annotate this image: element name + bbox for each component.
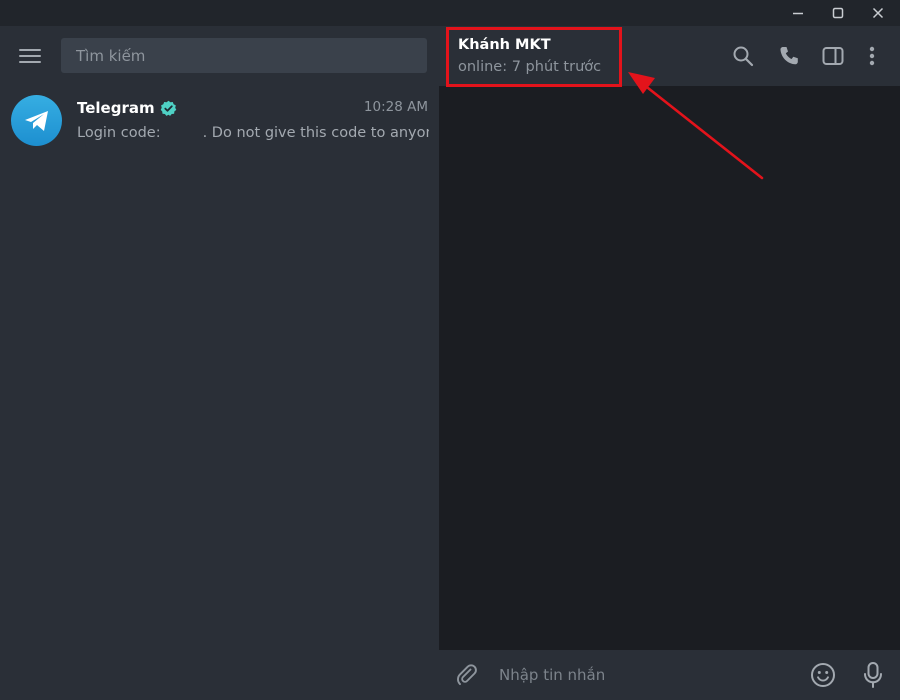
phone-icon xyxy=(780,47,798,65)
microphone-icon xyxy=(864,662,882,688)
chat-title-row: Telegram xyxy=(77,98,177,118)
title-bar xyxy=(0,0,900,26)
telegram-logo-icon xyxy=(24,110,48,131)
chat-time: 10:28 AM xyxy=(363,99,428,115)
more-options-button[interactable] xyxy=(857,41,887,71)
hamburger-menu-icon xyxy=(19,49,41,63)
maximize-button[interactable] xyxy=(818,0,858,26)
sidebar-panel-icon xyxy=(822,47,844,65)
emoji-button[interactable] xyxy=(808,660,838,690)
main-menu-button[interactable] xyxy=(14,41,46,71)
chat-preview: Login code: . Do not give this code to an… xyxy=(77,125,429,141)
peer-status: online: 7 phút trước xyxy=(458,59,602,75)
message-input-field[interactable] xyxy=(495,660,795,690)
search-input[interactable] xyxy=(61,38,427,73)
message-input[interactable] xyxy=(495,660,795,690)
message-composer xyxy=(439,650,900,700)
toggle-info-panel-button[interactable] xyxy=(818,41,848,71)
minimize-icon xyxy=(793,12,803,15)
emoji-icon xyxy=(811,663,835,687)
preview-suffix: . Do not give this code to anyon... xyxy=(202,125,429,141)
chat-list-item-telegram[interactable]: Telegram 10:28 AM Login code: . Do not gi… xyxy=(0,86,439,154)
attach-button[interactable] xyxy=(452,660,482,690)
preview-prefix: Login code: xyxy=(77,125,161,141)
chat-list-pane: Telegram 10:28 AM Login code: . Do not gi… xyxy=(0,26,439,700)
conversation-pane: Khánh MKT online: 7 phút trước xyxy=(439,26,900,700)
search-icon xyxy=(733,46,754,67)
avatar xyxy=(11,95,62,146)
telegram-window: Telegram 10:28 AM Login code: . Do not gi… xyxy=(0,0,900,700)
conversation-header: Khánh MKT online: 7 phút trước xyxy=(439,26,900,86)
peer-name[interactable]: Khánh MKT xyxy=(458,37,551,53)
call-button[interactable] xyxy=(774,41,804,71)
chat-list-header xyxy=(0,26,439,86)
voice-record-button[interactable] xyxy=(858,660,888,690)
minimize-button[interactable] xyxy=(778,0,818,26)
chat-name: Telegram xyxy=(77,99,155,117)
close-icon xyxy=(872,7,884,19)
maximize-icon xyxy=(832,7,844,19)
message-area[interactable] xyxy=(439,86,900,650)
verified-badge-icon xyxy=(160,100,177,117)
more-vertical-icon xyxy=(869,46,875,66)
attach-icon xyxy=(457,664,477,686)
close-button[interactable] xyxy=(858,0,898,26)
search-in-chat-button[interactable] xyxy=(728,41,758,71)
search-field[interactable] xyxy=(61,38,427,73)
